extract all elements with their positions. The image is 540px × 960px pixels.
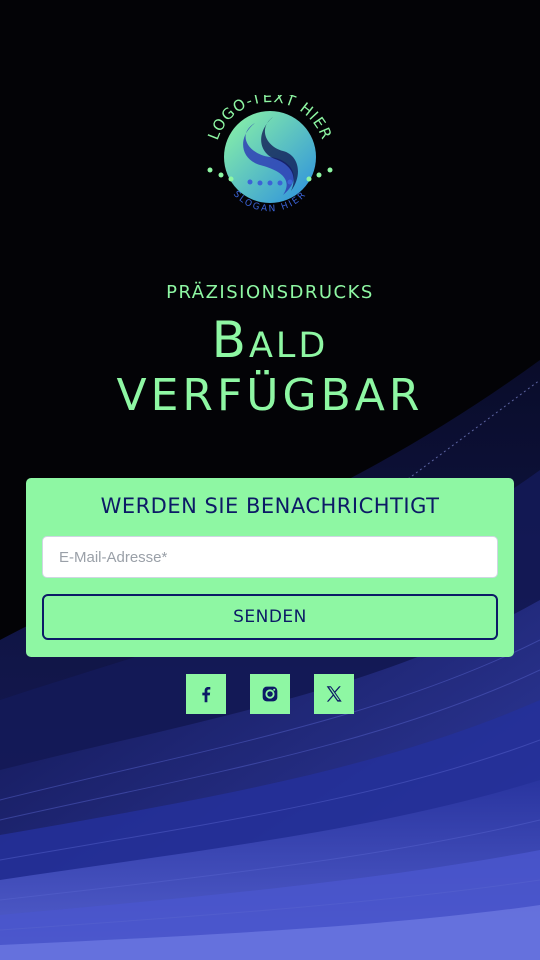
email-input[interactable] [42,536,498,578]
instagram-link[interactable] [250,674,290,714]
x-link[interactable] [314,674,354,714]
pre-title: PRÄZISIONSDRUCKS [166,282,374,303]
signup-card: WERDEN SIE BENACHRICHTIGT SENDEN [26,478,514,657]
x-icon [326,686,342,702]
headline-line-1: Bald [211,311,329,369]
signup-title: WERDEN SIE BENACHRICHTIGT [100,494,440,518]
headline: Bald verfügbar [0,312,540,424]
coming-soon-page: LOGO-TEXT HIER SLOGAN HIER PRÄZISIONSDRU… [0,0,540,960]
headline-line-2: verfügbar [116,370,424,421]
brand-logo: LOGO-TEXT HIER SLOGAN HIER [195,88,345,235]
send-button[interactable]: SENDEN [42,594,498,640]
facebook-link[interactable] [186,674,226,714]
instagram-icon [262,686,278,702]
facebook-icon [202,686,211,703]
